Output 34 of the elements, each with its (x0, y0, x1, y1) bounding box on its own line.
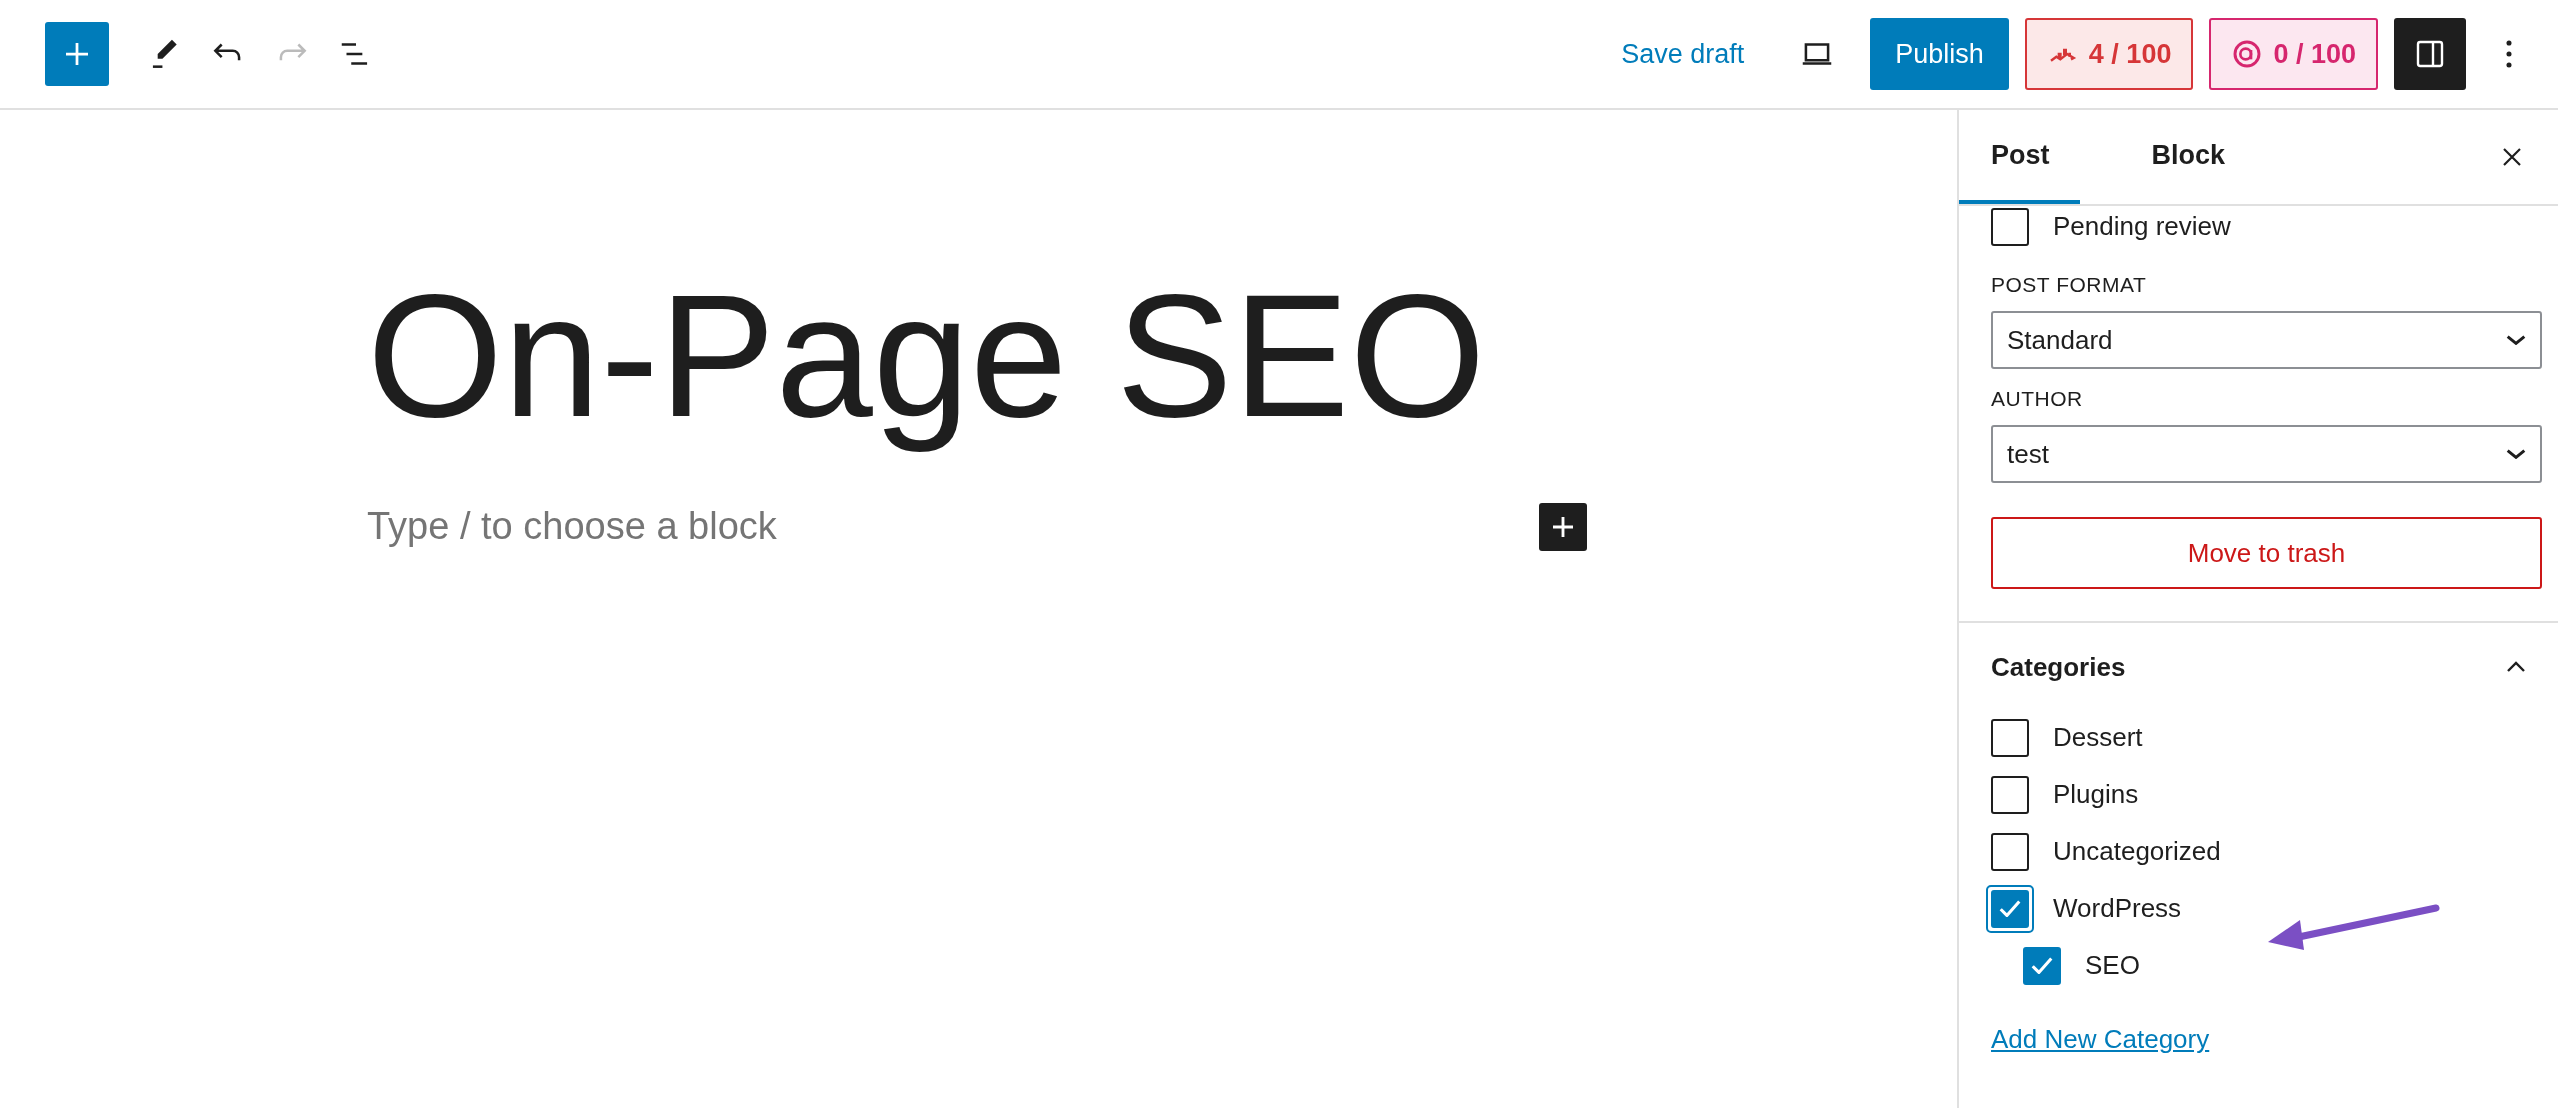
checkbox[interactable] (1991, 775, 2029, 814)
sidebar-tab[interactable]: Post (1959, 110, 2080, 204)
sidebar-toggle-button[interactable] (2394, 18, 2466, 90)
move-to-trash-button[interactable]: Move to trash (1991, 517, 2542, 589)
chevron-down-icon (2506, 335, 2526, 345)
checkbox[interactable] (2023, 946, 2061, 985)
field-label: AUTHOR (1991, 387, 2084, 411)
checkbox-label: Uncategorized (2053, 836, 2221, 867)
add-new-category-link[interactable]: Add New Category (1991, 1024, 2210, 1055)
checkbox-label: SEO (2085, 950, 2140, 981)
chevron-down-icon (2506, 449, 2526, 459)
author-select[interactable]: test (1991, 425, 2542, 483)
checkbox[interactable] (1991, 207, 2029, 246)
checkmark-icon (1999, 900, 2021, 917)
plus-icon (66, 43, 88, 65)
checkbox[interactable] (1991, 832, 2029, 871)
block-placeholder[interactable]: Type / to choose a block (367, 505, 777, 548)
post-format-select[interactable]: Standard (1991, 311, 2542, 369)
checkbox[interactable] (1991, 718, 2029, 757)
sidebar-tab[interactable]: Block (2119, 110, 2256, 204)
seo-score-button[interactable]: 4 / 100 (2024, 18, 2194, 90)
checkbox-label: Pending review (2053, 211, 2231, 242)
add-block-button[interactable] (1539, 502, 1587, 551)
panel-title: Categories (1991, 651, 2126, 683)
save-draft-button[interactable]: Save draft (1621, 38, 1745, 70)
checkbox-label: WordPress (2053, 893, 2182, 924)
field-label: POST FORMAT (1991, 273, 2148, 297)
post-title[interactable]: On-Page SEO (367, 260, 1957, 453)
plus-icon (1553, 516, 1573, 537)
checkmark-icon (2031, 957, 2053, 974)
checkbox-label: Plugins (2053, 779, 2139, 810)
checkbox-label: Dessert (2053, 722, 2143, 753)
publish-button[interactable]: Publish (1870, 18, 2009, 90)
ai-score-button[interactable]: 0 / 100 (2209, 18, 2378, 90)
